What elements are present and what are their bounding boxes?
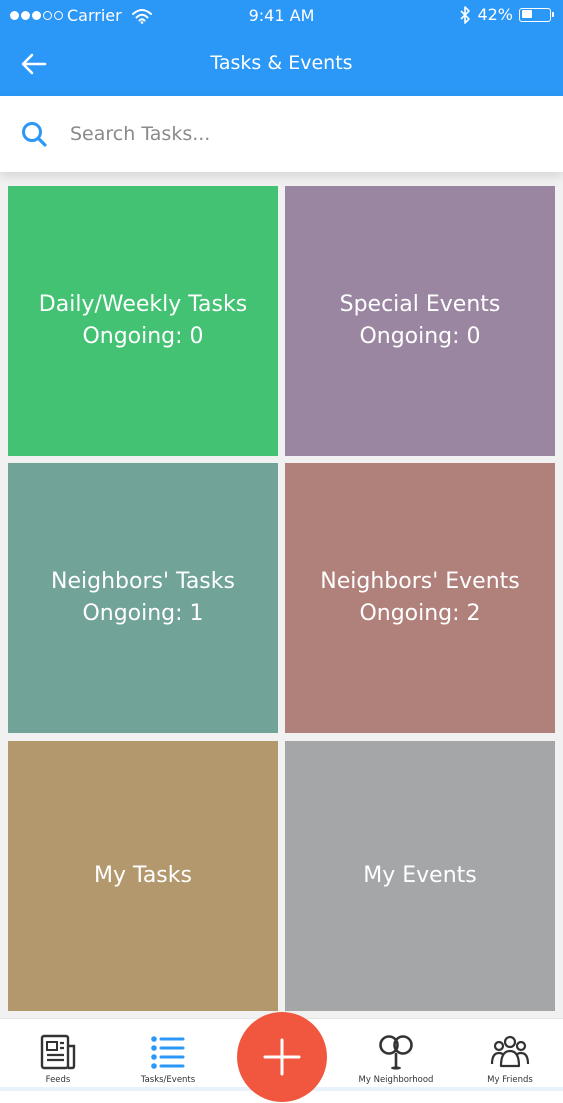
- tile-my-events[interactable]: My Events: [285, 741, 555, 1011]
- tile-ongoing-count: Ongoing: 0: [82, 324, 204, 349]
- tile-my-tasks[interactable]: My Tasks: [8, 741, 278, 1011]
- app-root: Carrier 9:41 AM 42% Tasks & Events Searc…: [0, 0, 563, 1103]
- tile-daily-weekly-tasks[interactable]: Daily/Weekly Tasks Ongoing: 0: [8, 186, 278, 456]
- tile-neighbors-events[interactable]: Neighbors' Events Ongoing: 2: [285, 463, 555, 733]
- nav-label: Tasks/Events: [140, 1075, 196, 1085]
- page-title: Tasks & Events: [210, 52, 353, 74]
- tile-title: Neighbors' Tasks: [51, 569, 235, 594]
- app-header: Tasks & Events: [0, 34, 563, 96]
- battery-icon: [519, 7, 554, 22]
- tile-title: My Tasks: [94, 863, 192, 888]
- bluetooth-icon: [460, 5, 471, 24]
- battery-group: 42%: [459, 5, 554, 24]
- plus-icon: [263, 1038, 301, 1076]
- tile-title: My Events: [363, 863, 477, 888]
- nav-label: My Friends: [487, 1075, 533, 1085]
- search-icon[interactable]: [20, 120, 48, 148]
- tile-ongoing-count: Ongoing: 0: [359, 324, 481, 349]
- nav-my-neighborhood[interactable]: My Neighborhood: [341, 1033, 451, 1093]
- friends-group-icon: [490, 1035, 530, 1068]
- tile-neighbors-tasks[interactable]: Neighbors' Tasks Ongoing: 1: [8, 463, 278, 733]
- tile-title: Special Events: [339, 292, 501, 317]
- add-button[interactable]: [237, 1012, 327, 1102]
- neighborhood-pins-icon: [379, 1035, 413, 1070]
- nav-label: Feeds: [45, 1075, 71, 1085]
- list-icon: [151, 1036, 185, 1069]
- category-grid: Daily/Weekly Tasks Ongoing: 0 Special Ev…: [0, 172, 563, 1014]
- tile-title: Neighbors' Events: [320, 569, 520, 594]
- tile-special-events[interactable]: Special Events Ongoing: 0: [285, 186, 555, 456]
- search-bar: [0, 96, 563, 172]
- tile-ongoing-count: Ongoing: 2: [359, 601, 481, 626]
- nav-tasks-events[interactable]: Tasks/Events: [113, 1033, 223, 1093]
- newspaper-icon: [40, 1034, 76, 1070]
- nav-feeds[interactable]: Feeds: [3, 1033, 113, 1093]
- status-bar: Carrier 9:41 AM 42%: [0, 0, 563, 34]
- tile-title: Daily/Weekly Tasks: [38, 292, 248, 317]
- nav-my-friends[interactable]: My Friends: [455, 1033, 563, 1093]
- search-input[interactable]: [70, 114, 530, 154]
- nav-label: My Neighborhood: [358, 1075, 434, 1085]
- battery-percent: 42%: [477, 5, 513, 24]
- tile-ongoing-count: Ongoing: 1: [82, 601, 204, 626]
- battery-fill: [521, 10, 533, 18]
